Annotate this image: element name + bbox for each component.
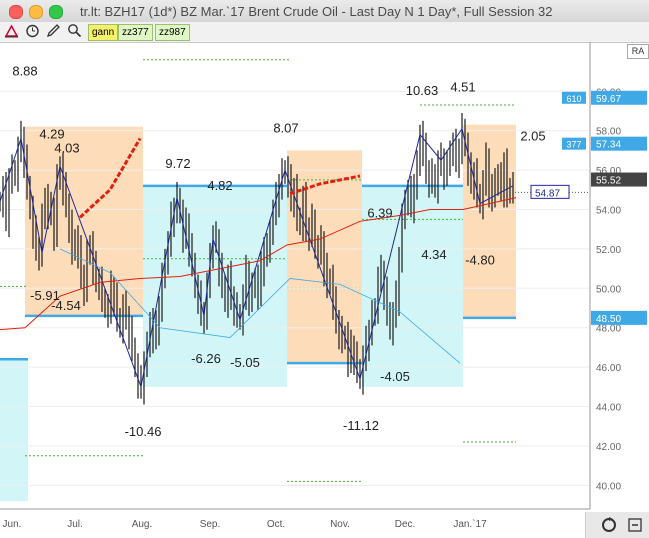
x-tick-label: Nov. bbox=[330, 519, 350, 530]
y-tick-label: 54.00 bbox=[596, 205, 621, 216]
swing-label: -11.12 bbox=[343, 418, 379, 433]
level-badge-name: 610 bbox=[566, 94, 581, 104]
axis-mode-button[interactable]: RA bbox=[627, 44, 649, 59]
swing-label: 9.72 bbox=[165, 156, 190, 171]
swing-label: 2.05 bbox=[520, 129, 545, 144]
swing-label: 6.39 bbox=[367, 205, 392, 220]
swing-label: 4.34 bbox=[421, 247, 446, 262]
level-value: 59.67 bbox=[596, 94, 621, 105]
chart-window: tr.lt: BZH17 (1d*) BZ Mar.`17 Brent Crud… bbox=[0, 0, 649, 538]
zone bbox=[0, 359, 28, 502]
window-title: tr.lt: BZH17 (1d*) BZ Mar.`17 Brent Crud… bbox=[80, 4, 553, 19]
y-tick-label: 42.00 bbox=[596, 442, 621, 453]
x-tick-label: Jun. bbox=[3, 519, 22, 530]
level-badge-name: 377 bbox=[566, 140, 581, 150]
price-chart[interactable]: 8.88 4.294.03 9.72 4.82 8.07 6.39 10.63 4.51 2.0… bbox=[0, 42, 649, 538]
swing-label: -6.26 bbox=[191, 351, 221, 366]
bottom-controls bbox=[585, 512, 649, 538]
zoom-icon[interactable] bbox=[66, 23, 83, 40]
cursor-price-value: 54.87 bbox=[535, 188, 560, 199]
tag-gann[interactable]: gann bbox=[88, 24, 119, 41]
draw-tool-icon[interactable] bbox=[3, 23, 20, 40]
refresh-icon[interactable] bbox=[600, 516, 618, 534]
clock-icon[interactable] bbox=[24, 23, 41, 40]
minimize-window-button[interactable] bbox=[29, 5, 43, 19]
swing-label: 4.51 bbox=[450, 79, 475, 94]
swing-label: -10.46 bbox=[125, 424, 162, 439]
y-tick-label: 50.00 bbox=[596, 284, 621, 295]
y-tick-label: 46.00 bbox=[596, 363, 621, 374]
tag-zz987[interactable]: zz987 bbox=[155, 24, 190, 41]
swing-label: -4.05 bbox=[380, 369, 410, 384]
x-tick-label: Sep. bbox=[200, 519, 221, 530]
title-bar: tr.lt: BZH17 (1d*) BZ Mar.`17 Brent Crud… bbox=[0, 0, 649, 23]
swing-label: -4.54 bbox=[51, 298, 81, 313]
y-tick-label: 52.00 bbox=[596, 245, 621, 256]
y-tick-label: 48.00 bbox=[596, 324, 621, 335]
last-price-value: 55.52 bbox=[596, 176, 621, 187]
swing-label: -4.80 bbox=[465, 253, 495, 268]
chart-toolbar: gann zz377 zz987 bbox=[0, 22, 649, 43]
x-tick-label: Jan.`17 bbox=[453, 518, 487, 530]
swing-label: 8.88 bbox=[12, 63, 37, 78]
x-tick-label: Oct. bbox=[267, 519, 285, 530]
level-value: 48.50 bbox=[596, 314, 621, 325]
swing-label: 8.07 bbox=[273, 121, 298, 136]
pencil-icon[interactable] bbox=[45, 23, 62, 40]
swing-label: -5.05 bbox=[230, 355, 260, 370]
swing-label: 10.63 bbox=[406, 83, 439, 98]
swing-label: 4.29 bbox=[39, 127, 64, 142]
level-value: 57.34 bbox=[596, 140, 621, 151]
close-window-button[interactable] bbox=[9, 5, 23, 19]
collapse-icon[interactable] bbox=[626, 516, 644, 534]
y-tick-label: 44.00 bbox=[596, 403, 621, 414]
x-tick-label: Aug. bbox=[132, 519, 153, 530]
tag-zz377[interactable]: zz377 bbox=[118, 24, 153, 41]
swing-label: 4.03 bbox=[54, 140, 79, 155]
swing-label: 4.82 bbox=[207, 178, 232, 193]
y-tick-label: 40.00 bbox=[596, 481, 621, 492]
x-tick-label: Jul. bbox=[67, 519, 83, 530]
x-tick-label: Dec. bbox=[395, 519, 416, 530]
zoom-window-button[interactable] bbox=[49, 5, 63, 19]
y-tick-label: 58.00 bbox=[596, 127, 621, 138]
